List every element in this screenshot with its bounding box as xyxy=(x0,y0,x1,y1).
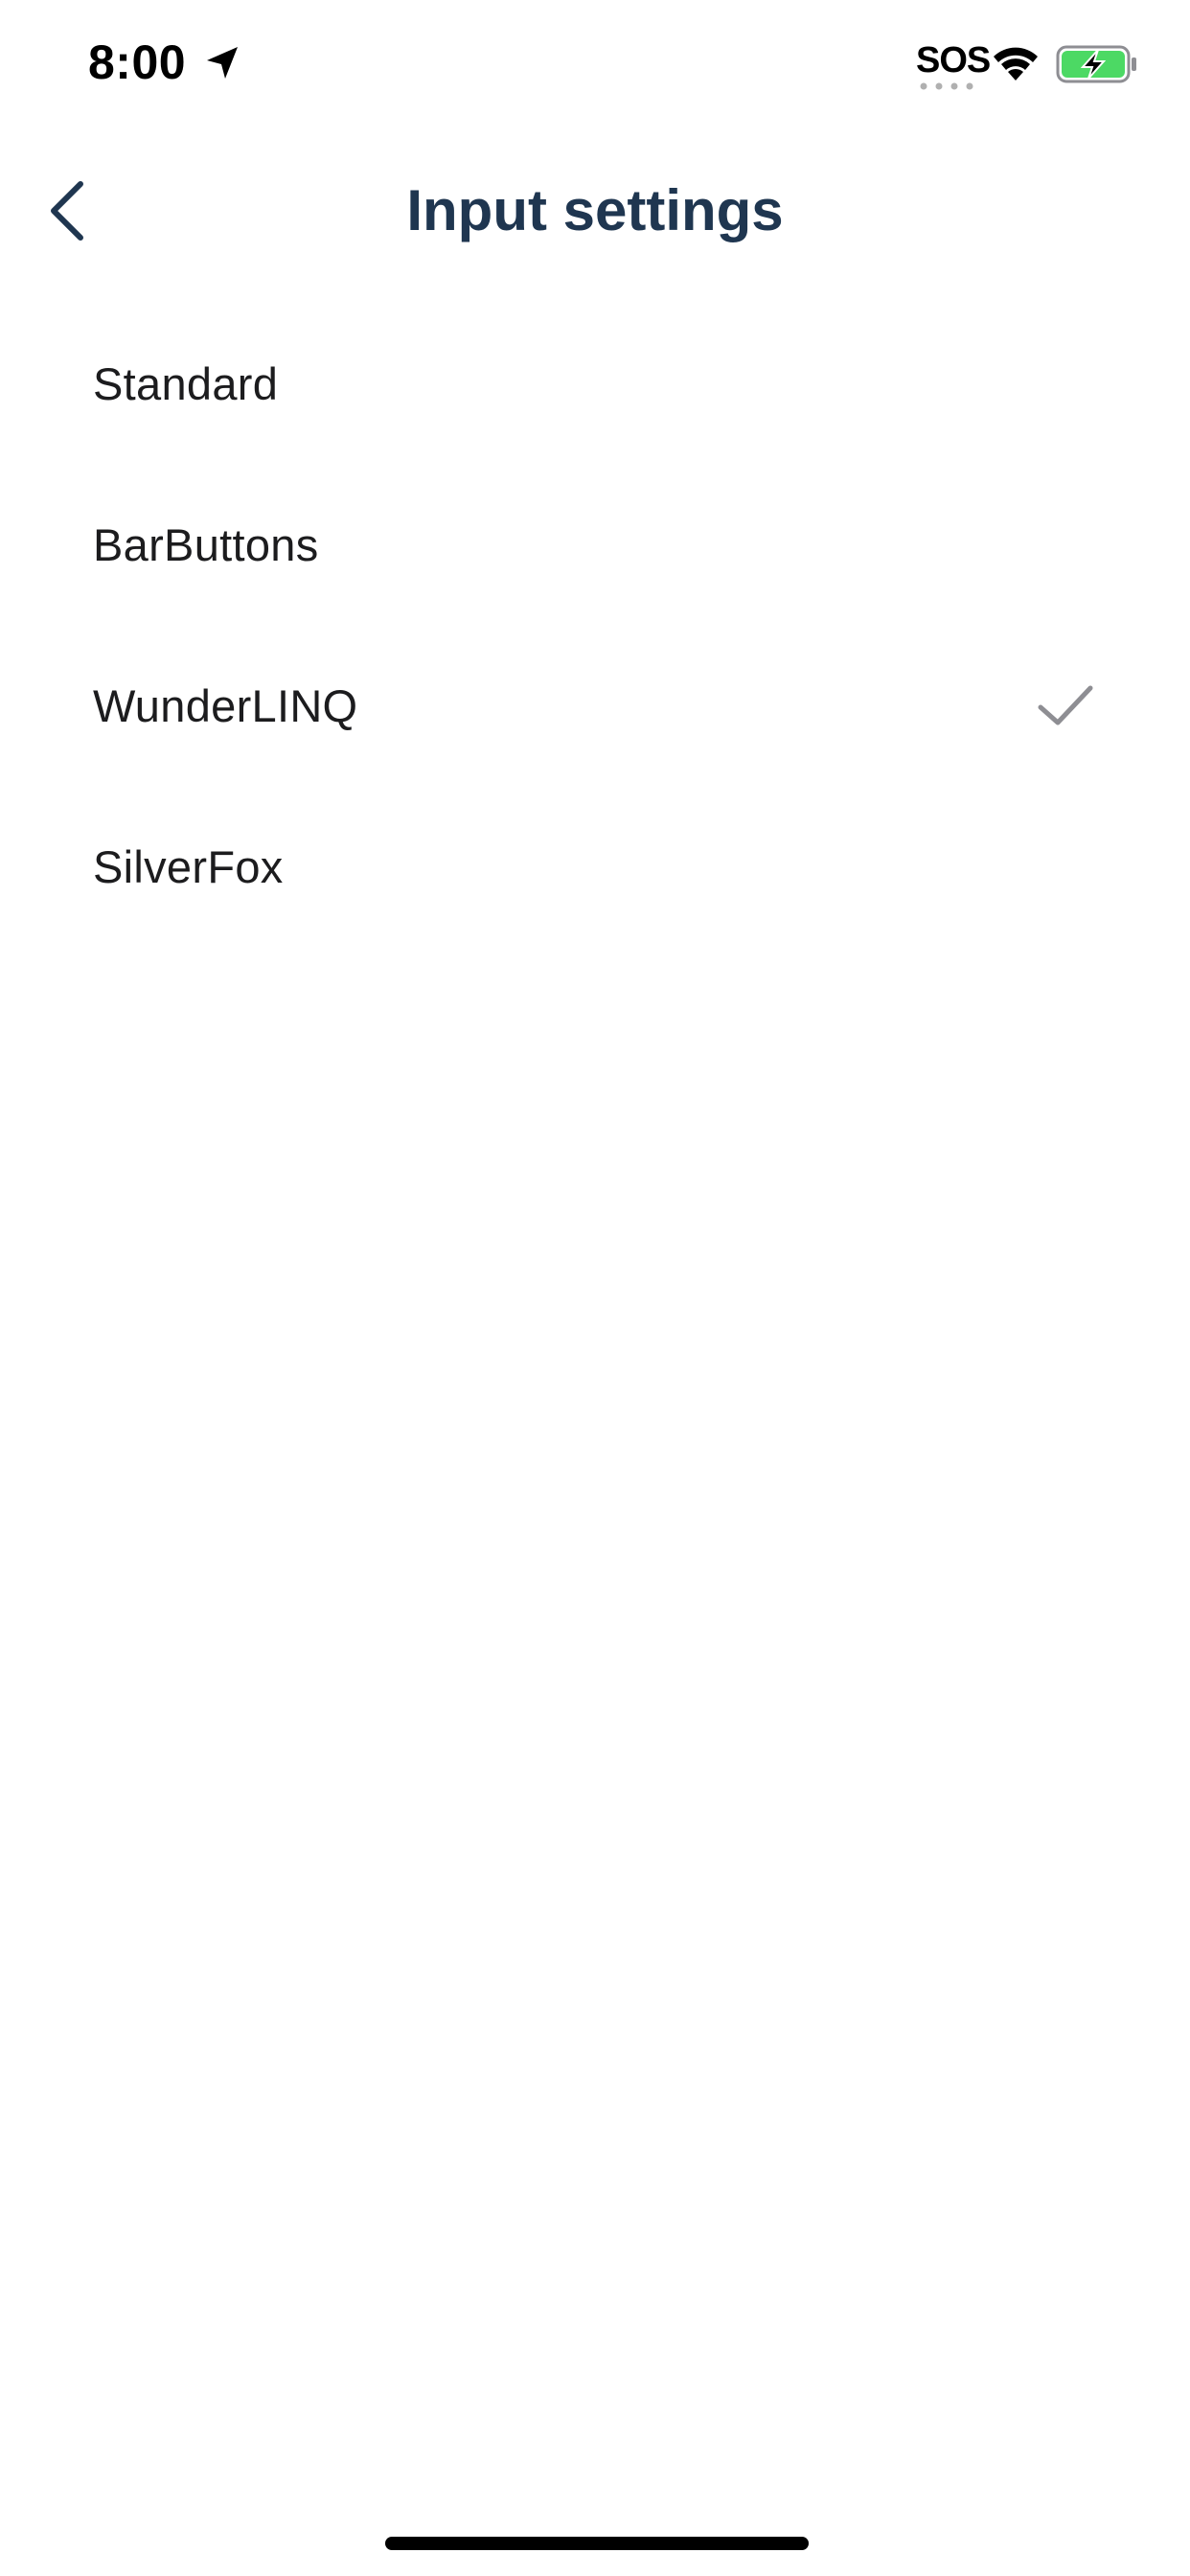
option-wunderlinq[interactable]: WunderLINQ xyxy=(0,625,1190,786)
option-standard[interactable]: Standard xyxy=(0,303,1190,464)
signal-dots-icon xyxy=(920,82,973,90)
battery-charging-icon xyxy=(1056,45,1136,83)
sos-indicator: SOS xyxy=(916,40,991,80)
home-indicator[interactable] xyxy=(385,2537,809,2550)
wifi-icon xyxy=(994,47,1038,80)
back-button[interactable] xyxy=(29,172,105,249)
option-barbuttons[interactable]: BarButtons xyxy=(0,464,1190,625)
option-label: SilverFox xyxy=(93,840,284,892)
status-time: 8:00 xyxy=(88,35,187,89)
option-label: Standard xyxy=(93,357,279,409)
page-title: Input settings xyxy=(406,178,784,242)
option-silverfox[interactable]: SilverFox xyxy=(0,786,1190,947)
chevron-left-icon xyxy=(51,181,83,241)
option-label: BarButtons xyxy=(93,518,319,570)
checkmark-icon xyxy=(1038,685,1093,725)
option-label: WunderLINQ xyxy=(93,679,358,731)
location-arrow-icon xyxy=(207,47,238,79)
status-bar: 8:00 SOS xyxy=(0,0,1190,126)
navigation-bar: Input settings xyxy=(0,144,1190,278)
input-options-list: Standard BarButtons WunderLINQ SilverFox xyxy=(0,303,1190,947)
